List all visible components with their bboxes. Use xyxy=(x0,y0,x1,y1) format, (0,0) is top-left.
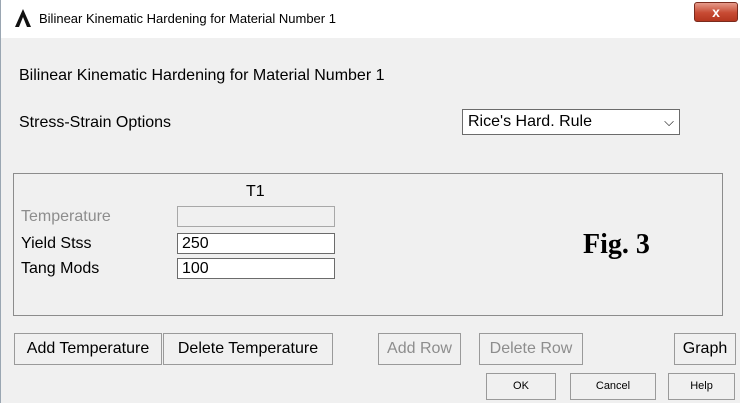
cancel-button[interactable]: Cancel xyxy=(570,373,656,400)
yield-stress-input[interactable]: 250 xyxy=(177,233,335,254)
row-label-temperature: Temperature xyxy=(21,208,111,225)
window-title: Bilinear Kinematic Hardening for Materia… xyxy=(39,11,336,26)
dialog-heading: Bilinear Kinematic Hardening for Materia… xyxy=(19,67,385,84)
graph-button[interactable]: Graph xyxy=(674,333,736,365)
title-bar[interactable]: Bilinear Kinematic Hardening for Materia… xyxy=(1,0,740,38)
ok-button[interactable]: OK xyxy=(486,373,556,400)
add-row-button[interactable]: Add Row xyxy=(378,333,461,365)
row-label-yield-stress: Yield Stss xyxy=(21,235,92,252)
help-button[interactable]: Help xyxy=(668,373,735,400)
stress-strain-value: Rice's Hard. Rule xyxy=(468,113,592,130)
column-header-t1: T1 xyxy=(246,183,265,200)
dropdown-arrow-icon[interactable]: ⌵ xyxy=(664,114,674,130)
delete-temperature-button[interactable]: Delete Temperature xyxy=(163,333,333,365)
stress-strain-label: Stress-Strain Options xyxy=(19,114,172,131)
row-label-tangent-modulus: Tang Mods xyxy=(21,260,100,277)
stress-strain-select[interactable]: Rice's Hard. Rule ⌵ xyxy=(462,109,680,135)
delete-row-button[interactable]: Delete Row xyxy=(479,333,583,365)
tangent-modulus-input[interactable]: 100 xyxy=(177,258,335,279)
figure-label: Fig. 3 xyxy=(583,229,650,260)
temperature-cell xyxy=(177,206,335,227)
close-button[interactable]: x xyxy=(694,2,738,22)
ansys-logo-icon xyxy=(15,9,31,27)
add-temperature-button[interactable]: Add Temperature xyxy=(14,333,162,365)
close-icon: x xyxy=(712,4,720,20)
dialog-window: Bilinear Kinematic Hardening for Materia… xyxy=(0,0,740,403)
